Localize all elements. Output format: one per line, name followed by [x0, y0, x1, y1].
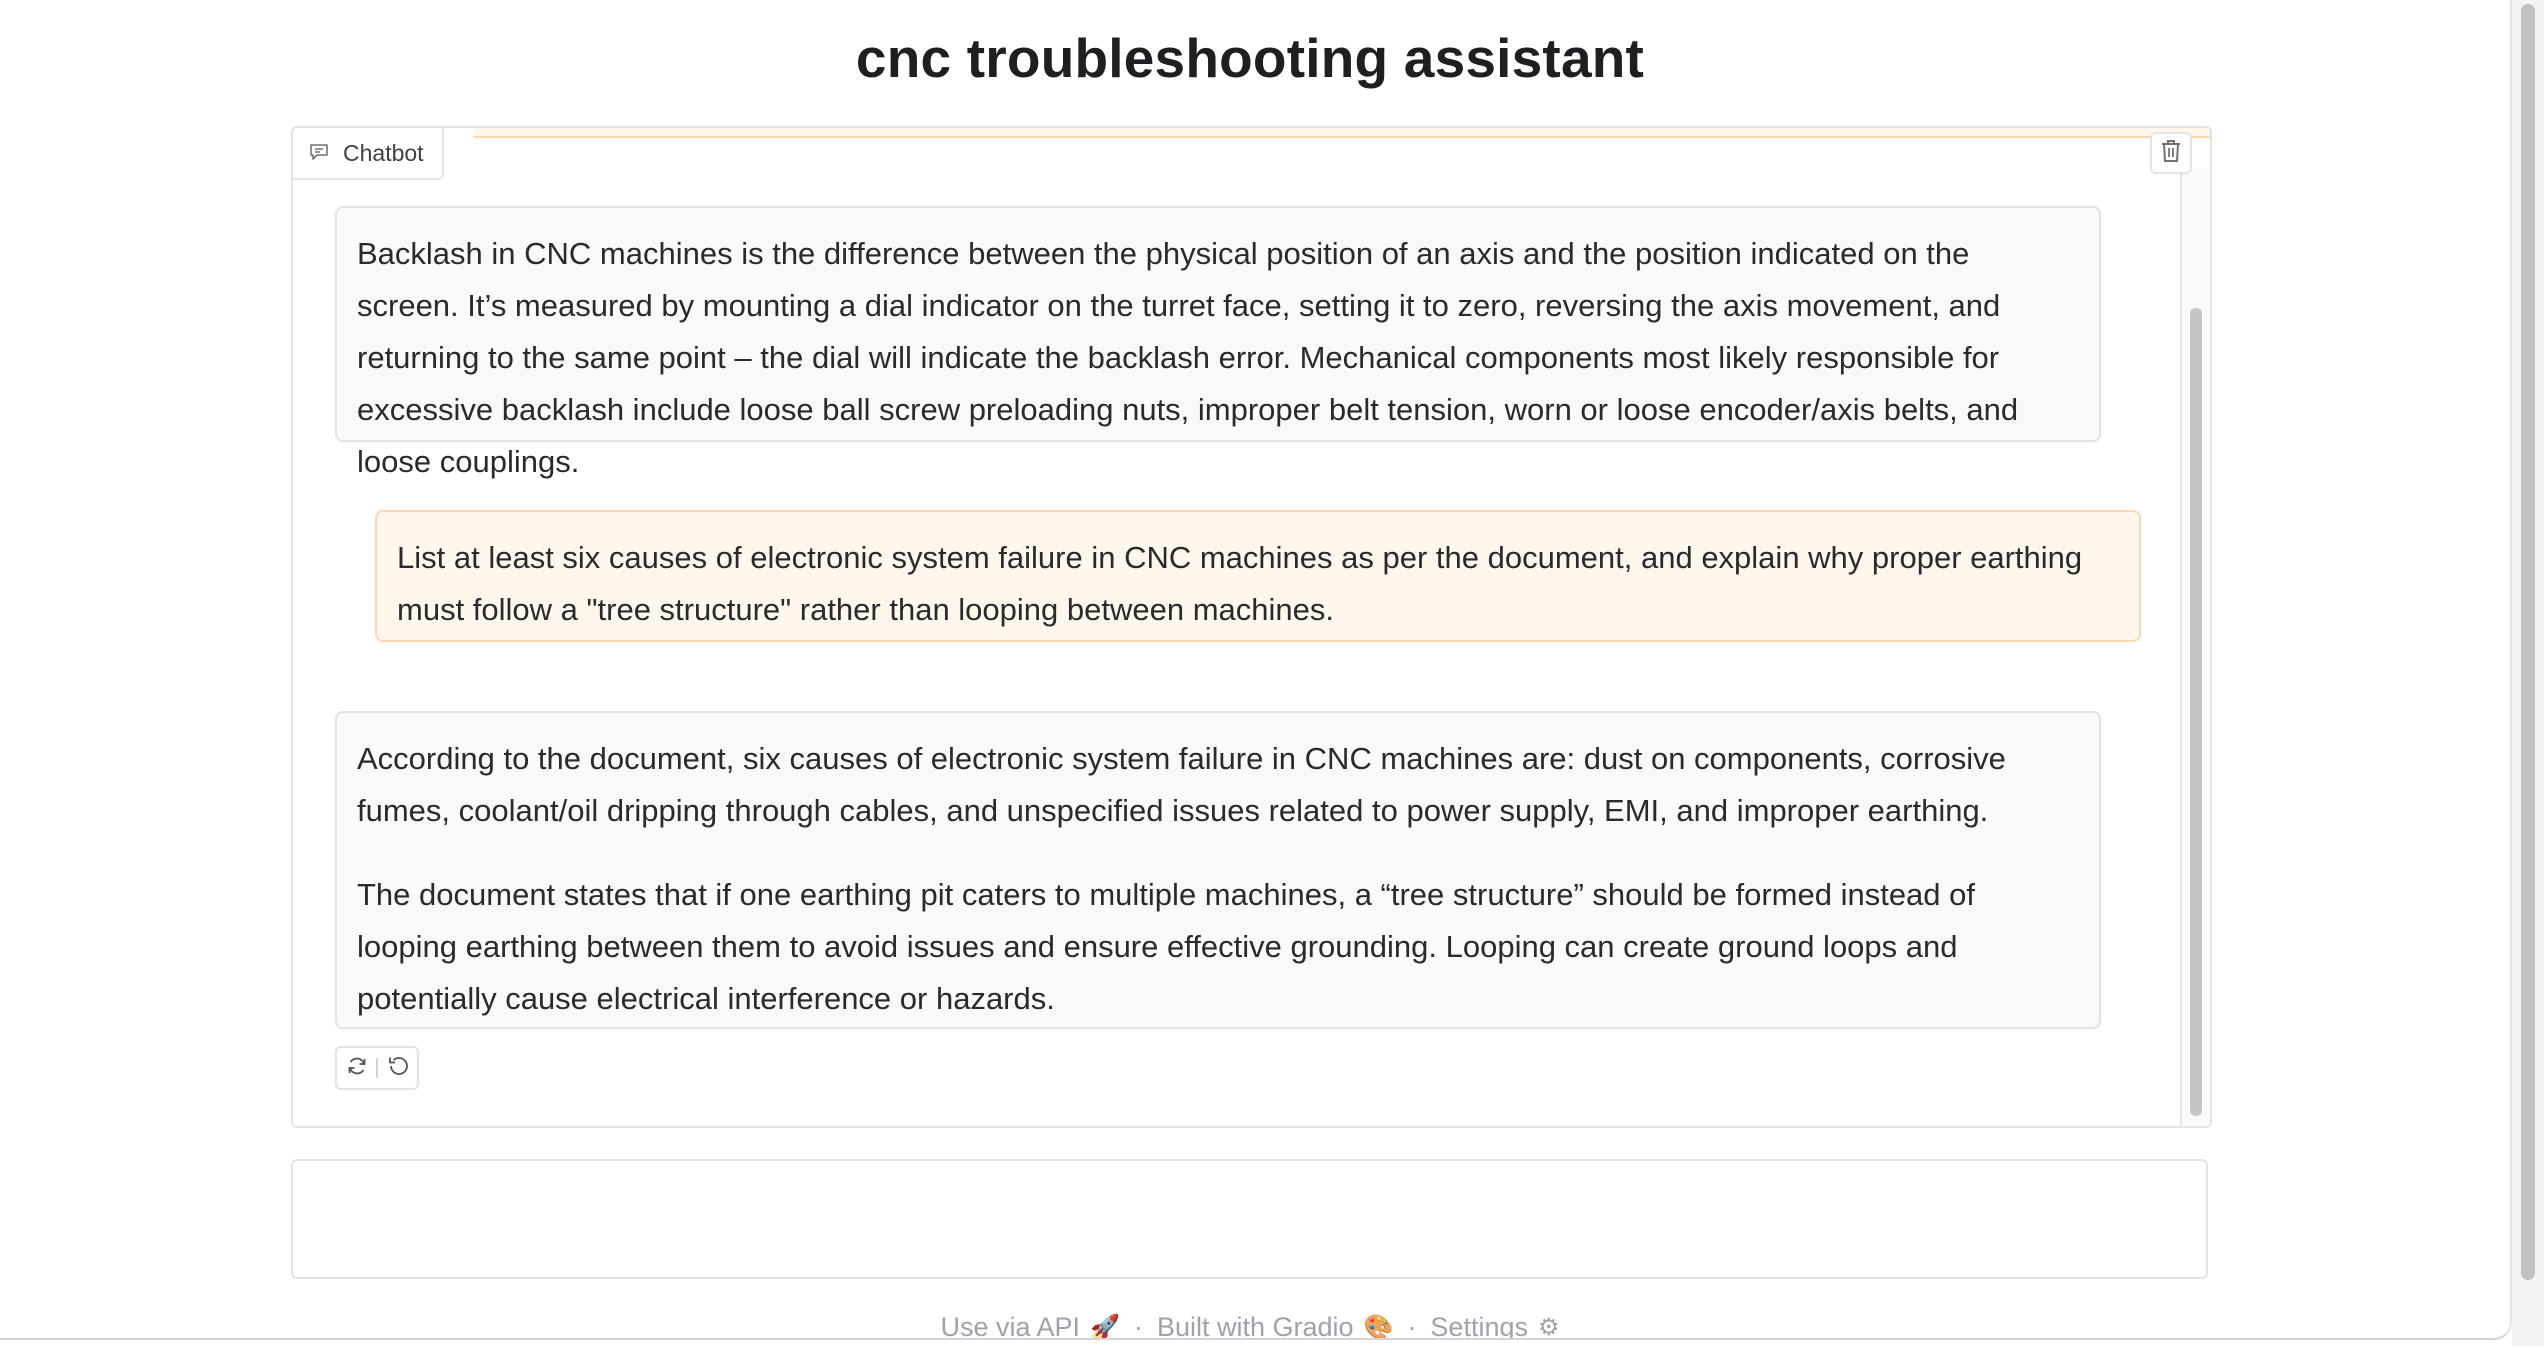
- chat-bubble-icon: [309, 140, 329, 167]
- bot-message: According to the document, six causes of…: [335, 711, 2101, 1029]
- retry-icon: [346, 1055, 368, 1082]
- message-actions: [335, 1046, 419, 1090]
- chatbot-panel: Chatbot Backlash in CNC machines is the …: [291, 126, 2212, 1128]
- page-scrollbar[interactable]: [2512, 0, 2544, 1346]
- chatbot-label: Chatbot: [293, 128, 444, 180]
- chatbot-label-text: Chatbot: [343, 139, 424, 166]
- built-with-gradio-label: Built with Gradio: [1156, 1312, 1354, 1340]
- chatbot-scrollbar-thumb[interactable]: [2190, 308, 2202, 1116]
- app-window: cnc troubleshooting assistant Chatbot Ba…: [0, 0, 2512, 1340]
- user-message: List at least six causes of electronic s…: [375, 510, 2141, 642]
- message-paragraph: The document states that if one earthing…: [357, 877, 1976, 1016]
- gear-icon: ⚙: [1537, 1314, 1560, 1340]
- message-input[interactable]: [293, 1161, 2206, 1277]
- retry-button[interactable]: [337, 1048, 376, 1088]
- message-input-box[interactable]: [291, 1159, 2208, 1279]
- message-paragraph: List at least six causes of electronic s…: [397, 540, 2083, 627]
- chatbot-scrollbar[interactable]: [2180, 168, 2210, 1126]
- footer: Use via API 🚀 · Built with Gradio 🎨 · Se…: [0, 1312, 2500, 1340]
- use-via-api-link[interactable]: Use via API 🚀: [940, 1312, 1120, 1340]
- clear-chat-button[interactable]: [2150, 132, 2192, 174]
- rocket-icon: 🚀: [1090, 1314, 1120, 1340]
- settings-label: Settings: [1430, 1312, 1528, 1340]
- previous-user-message-edge: [473, 128, 2210, 138]
- bot-message: Backlash in CNC machines is the differen…: [335, 206, 2101, 479]
- use-via-api-label: Use via API: [940, 1312, 1081, 1340]
- message-paragraph: According to the document, six causes of…: [357, 741, 2006, 828]
- trash-icon: [2160, 139, 2182, 168]
- page-title: cnc troubleshooting assistant: [855, 27, 1645, 89]
- gradio-logo-icon: 🎨: [1363, 1314, 1394, 1340]
- built-with-gradio-link[interactable]: Built with Gradio 🎨: [1156, 1312, 1394, 1340]
- undo-icon: [386, 1054, 410, 1083]
- footer-separator: ·: [1133, 1312, 1143, 1340]
- settings-link[interactable]: Settings ⚙: [1430, 1312, 1560, 1340]
- message-paragraph: Backlash in CNC machines is the differen…: [357, 236, 2019, 479]
- undo-button[interactable]: [378, 1048, 417, 1088]
- footer-separator: ·: [1407, 1312, 1417, 1340]
- page-scrollbar-thumb[interactable]: [2521, 4, 2535, 1280]
